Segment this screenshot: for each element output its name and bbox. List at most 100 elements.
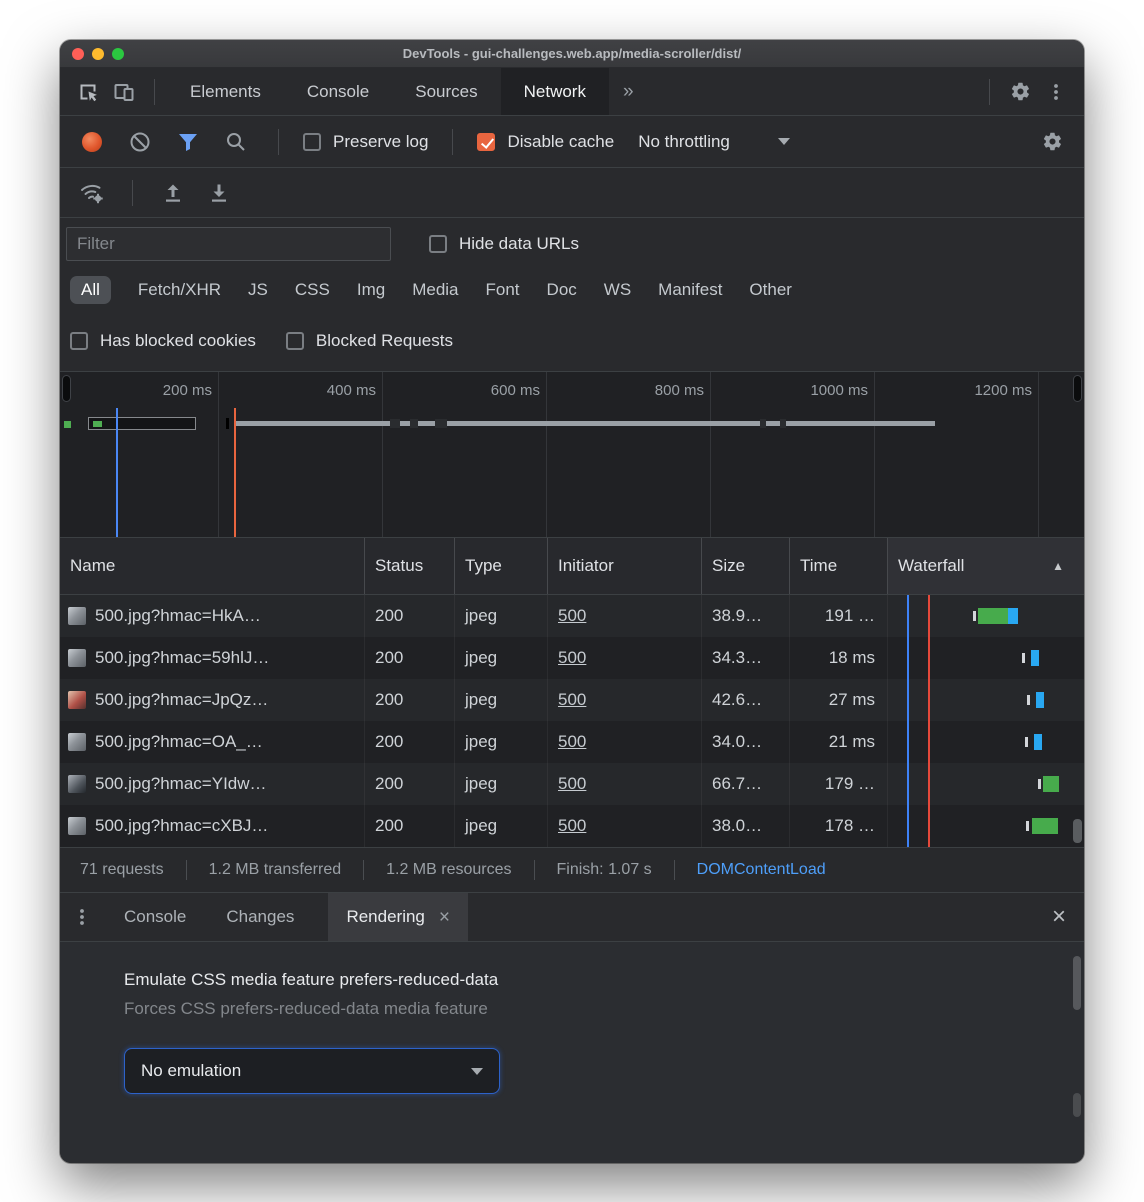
- column-header-waterfall[interactable]: Waterfall: [888, 538, 1084, 594]
- hide-data-urls-label: Hide data URLs: [459, 234, 579, 254]
- overview-handle-left[interactable]: [62, 375, 71, 402]
- divider: [132, 180, 133, 206]
- waterfall-bar: [1027, 695, 1030, 705]
- gridline: [546, 372, 547, 537]
- hide-data-urls-checkbox[interactable]: [429, 235, 447, 253]
- type-filter-css[interactable]: CSS: [295, 280, 330, 300]
- type-filter-other[interactable]: Other: [749, 280, 792, 300]
- tab-console[interactable]: Console: [284, 68, 392, 115]
- request-type: jpeg: [455, 721, 548, 763]
- table-row[interactable]: 500.jpg?hmac=YIdw… 200 jpeg 500 66.7… 17…: [60, 763, 1084, 805]
- overview-handle-right[interactable]: [1073, 375, 1082, 402]
- type-filter-fetch-xhr[interactable]: Fetch/XHR: [138, 280, 221, 300]
- blocked-cookies-label: Has blocked cookies: [100, 331, 256, 351]
- column-header-size[interactable]: Size: [702, 538, 790, 594]
- drawer-tab-console[interactable]: Console: [104, 893, 206, 941]
- preserve-log-checkbox[interactable]: [303, 133, 321, 151]
- request-name: 500.jpg?hmac=JpQz…: [95, 690, 268, 710]
- initiator-link[interactable]: 500: [558, 648, 586, 668]
- network-conditions-icon: [79, 181, 105, 205]
- column-header-name[interactable]: Name: [60, 538, 365, 594]
- filter-toggle-button[interactable]: [170, 124, 206, 160]
- clear-button[interactable]: [122, 124, 158, 160]
- table-row[interactable]: 500.jpg?hmac=59hlJ… 200 jpeg 500 34.3… 1…: [60, 637, 1084, 679]
- column-header-initiator[interactable]: Initiator: [548, 538, 702, 594]
- initiator-link[interactable]: 500: [558, 816, 586, 836]
- network-conditions-button[interactable]: [74, 175, 110, 211]
- column-header-status[interactable]: Status: [365, 538, 455, 594]
- table-row[interactable]: 500.jpg?hmac=OA_… 200 jpeg 500 34.0… 21 …: [60, 721, 1084, 763]
- device-toolbar-button[interactable]: [106, 74, 142, 110]
- table-row[interactable]: 500.jpg?hmac=cXBJ… 200 jpeg 500 38.0… 17…: [60, 805, 1084, 847]
- scrollbar-thumb[interactable]: [1073, 956, 1081, 1010]
- throttling-select[interactable]: No throttling: [638, 132, 790, 152]
- type-filter-all[interactable]: All: [70, 276, 111, 304]
- type-filter-doc[interactable]: Doc: [547, 280, 577, 300]
- type-filter-js[interactable]: JS: [248, 280, 268, 300]
- network-overview[interactable]: 200 ms 400 ms 600 ms 800 ms 1000 ms 1200…: [60, 372, 1084, 538]
- initiator-link[interactable]: 500: [558, 732, 586, 752]
- tab-network[interactable]: Network: [501, 68, 609, 115]
- waterfall-cell: [888, 763, 1084, 805]
- waterfall-bar: [1043, 776, 1059, 792]
- initiator-link[interactable]: 500: [558, 774, 586, 794]
- request-type: jpeg: [455, 805, 548, 847]
- column-header-time[interactable]: Time: [790, 538, 888, 594]
- clear-icon: [129, 131, 151, 153]
- waterfall-cell: [888, 721, 1084, 763]
- column-header-type[interactable]: Type: [455, 538, 548, 594]
- import-har-button[interactable]: [201, 175, 237, 211]
- type-filter-ws[interactable]: WS: [604, 280, 631, 300]
- initiator-link[interactable]: 500: [558, 606, 586, 626]
- inspect-button[interactable]: [70, 74, 106, 110]
- search-button[interactable]: [218, 124, 254, 160]
- waterfall-cell: [888, 637, 1084, 679]
- tab-sources[interactable]: Sources: [392, 68, 500, 115]
- emulation-select[interactable]: No emulation: [124, 1048, 500, 1094]
- request-type: jpeg: [455, 637, 548, 679]
- table-row[interactable]: 500.jpg?hmac=JpQz… 200 jpeg 500 42.6… 27…: [60, 679, 1084, 721]
- request-time: 178 …: [790, 805, 888, 847]
- image-thumbnail-icon: [68, 733, 86, 751]
- request-name: 500.jpg?hmac=59hlJ…: [95, 648, 269, 668]
- overview-tick: [226, 418, 229, 429]
- scrollbar-thumb[interactable]: [1073, 819, 1082, 843]
- type-filter-manifest[interactable]: Manifest: [658, 280, 722, 300]
- table-row[interactable]: 500.jpg?hmac=HkA… 200 jpeg 500 38.9… 191…: [60, 595, 1084, 637]
- tab-elements[interactable]: Elements: [167, 68, 284, 115]
- minimize-window-button[interactable]: [92, 48, 104, 60]
- divider: [186, 860, 187, 880]
- close-tab-icon[interactable]: [439, 908, 450, 927]
- record-button[interactable]: [74, 124, 110, 160]
- main-menu-button[interactable]: [1038, 74, 1074, 110]
- more-tabs-button[interactable]: [609, 81, 648, 103]
- drawer-menu-button[interactable]: [60, 899, 104, 935]
- scrollbar-thumb[interactable]: [1073, 1093, 1081, 1117]
- zoom-window-button[interactable]: [112, 48, 124, 60]
- close-window-button[interactable]: [72, 48, 84, 60]
- blocked-cookies-checkbox[interactable]: [70, 332, 88, 350]
- image-thumbnail-icon: [68, 691, 86, 709]
- waterfall-bar: [1026, 821, 1029, 831]
- kebab-icon: [1047, 82, 1065, 102]
- type-filter-font[interactable]: Font: [486, 280, 520, 300]
- close-drawer-button[interactable]: [1034, 905, 1084, 929]
- request-status: 200: [365, 721, 455, 763]
- settings-button[interactable]: [1002, 74, 1038, 110]
- blocked-requests-checkbox[interactable]: [286, 332, 304, 350]
- request-status: 200: [365, 679, 455, 721]
- drawer-tab-changes[interactable]: Changes: [206, 893, 314, 941]
- initiator-link[interactable]: 500: [558, 690, 586, 710]
- type-filter-img[interactable]: Img: [357, 280, 385, 300]
- export-har-button[interactable]: [155, 175, 191, 211]
- filter-input[interactable]: [66, 227, 391, 261]
- network-settings-button[interactable]: [1034, 124, 1070, 160]
- waterfall-cell: [888, 805, 1084, 847]
- blocked-filters-row: Has blocked cookies Blocked Requests: [60, 310, 1084, 372]
- sort-ascending-icon: [1052, 559, 1064, 573]
- type-filter-media[interactable]: Media: [412, 280, 458, 300]
- drawer-tab-rendering[interactable]: Rendering: [328, 893, 468, 941]
- disable-cache-checkbox[interactable]: [477, 133, 495, 151]
- request-time: 21 ms: [790, 721, 888, 763]
- waterfall-bar: [973, 611, 976, 621]
